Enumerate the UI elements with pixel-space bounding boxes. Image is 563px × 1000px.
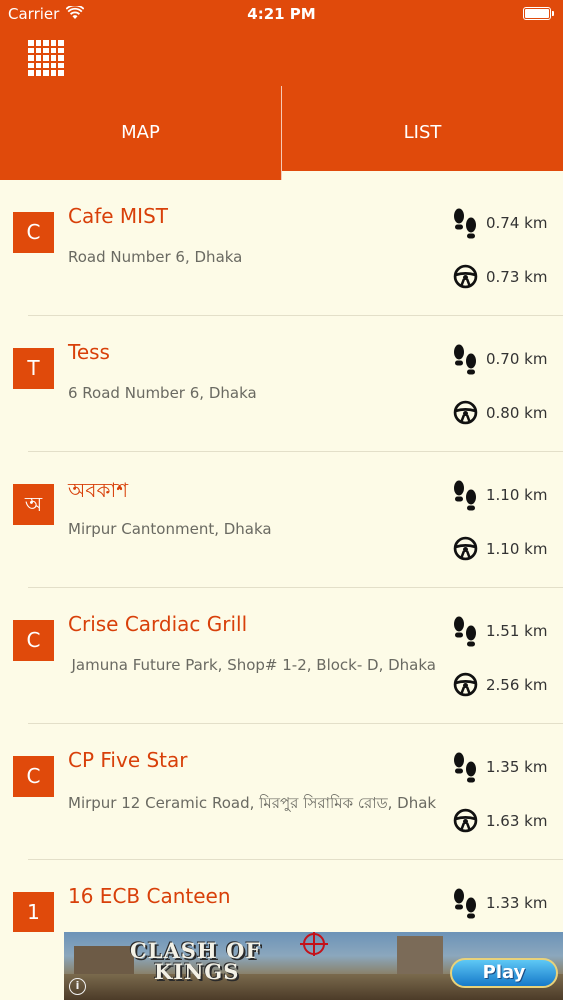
place-initial: C: [13, 756, 54, 797]
clock: 4:21 PM: [247, 5, 316, 23]
battery-icon: [523, 7, 554, 20]
places-list[interactable]: C Cafe MIST Road Number 6, Dhaka 0.74 km…: [0, 180, 563, 932]
drive-distance: 1.63 km: [486, 812, 548, 830]
tab-list[interactable]: LIST: [282, 86, 563, 180]
place-name: Tess: [68, 340, 110, 364]
grid-icon[interactable]: [28, 40, 64, 76]
place-initial: C: [13, 620, 54, 661]
place-name: CP Five Star: [68, 748, 188, 772]
active-tab-indicator: [282, 171, 563, 180]
list-item[interactable]: C Crise Cardiac Grill sh, Jamuna Future …: [0, 588, 563, 724]
drive-distance: 0.73 km: [486, 268, 548, 286]
app-header: MAP LIST: [0, 28, 563, 180]
steering-wheel-icon: [453, 400, 478, 425]
steering-wheel-icon: [453, 808, 478, 833]
footsteps-icon: [454, 888, 476, 919]
list-item[interactable]: C CP Five Star Mirpur 12 Ceramic Road, ম…: [0, 724, 563, 860]
place-name: Crise Cardiac Grill: [68, 612, 248, 636]
place-address: sh, Jamuna Future Park, Shop# 1-2, Block…: [68, 656, 436, 674]
place-address: Mirpur Cantonment, Dhaka: [68, 520, 272, 538]
list-item[interactable]: T Tess 6 Road Number 6, Dhaka 0.70 km 0.…: [0, 316, 563, 452]
place-name: অবকাশ: [68, 478, 129, 502]
place-name: 16 ECB Canteen: [68, 884, 231, 908]
footsteps-icon: [454, 480, 476, 511]
ad-brand-line1: CLASH OF: [130, 938, 262, 963]
footsteps-icon: [454, 208, 476, 239]
place-address: Mirpur 12 Ceramic Road, মিরপুর সিরামিক র…: [68, 794, 436, 812]
list-item[interactable]: 1 16 ECB Canteen 1.33 km: [0, 860, 563, 932]
info-icon[interactable]: i: [69, 978, 86, 995]
walk-distance: 0.70 km: [486, 350, 548, 368]
status-bar: Carrier 4:21 PM: [0, 0, 563, 28]
steering-wheel-icon: [453, 536, 478, 561]
walk-distance: 1.51 km: [486, 622, 548, 640]
play-button[interactable]: Play: [450, 958, 558, 988]
list-item[interactable]: C Cafe MIST Road Number 6, Dhaka 0.74 km…: [0, 180, 563, 316]
ad-banner[interactable]: CLASH OF KINGS i Play: [64, 932, 563, 1000]
ad-brand-line2: KINGS: [154, 959, 240, 984]
drive-distance: 1.10 km: [486, 540, 548, 558]
steering-wheel-icon: [453, 264, 478, 289]
footsteps-icon: [454, 344, 476, 375]
place-address: Road Number 6, Dhaka: [68, 248, 243, 266]
place-initial: T: [13, 348, 54, 389]
walk-distance: 0.74 km: [486, 214, 548, 232]
ad-brand-logo: CLASH OF KINGS: [130, 940, 261, 982]
list-item[interactable]: অ অবকাশ Mirpur Cantonment, Dhaka 1.10 km…: [0, 452, 563, 588]
drive-distance: 2.56 km: [486, 676, 548, 694]
place-initial: C: [13, 212, 54, 253]
place-address: 6 Road Number 6, Dhaka: [68, 384, 257, 402]
place-initial: 1: [13, 892, 54, 932]
crosshair-icon: [300, 932, 328, 956]
place-name: Cafe MIST: [68, 204, 168, 228]
walk-distance: 1.33 km: [486, 894, 548, 912]
footsteps-icon: [454, 616, 476, 647]
drive-distance: 0.80 km: [486, 404, 548, 422]
place-address-text: sh, Jamuna Future Park, Shop# 1-2, Block…: [68, 656, 436, 674]
tab-map[interactable]: MAP: [0, 86, 281, 180]
place-initial: অ: [13, 484, 54, 525]
footsteps-icon: [454, 752, 476, 783]
steering-wheel-icon: [453, 672, 478, 697]
walk-distance: 1.35 km: [486, 758, 548, 776]
walk-distance: 1.10 km: [486, 486, 548, 504]
